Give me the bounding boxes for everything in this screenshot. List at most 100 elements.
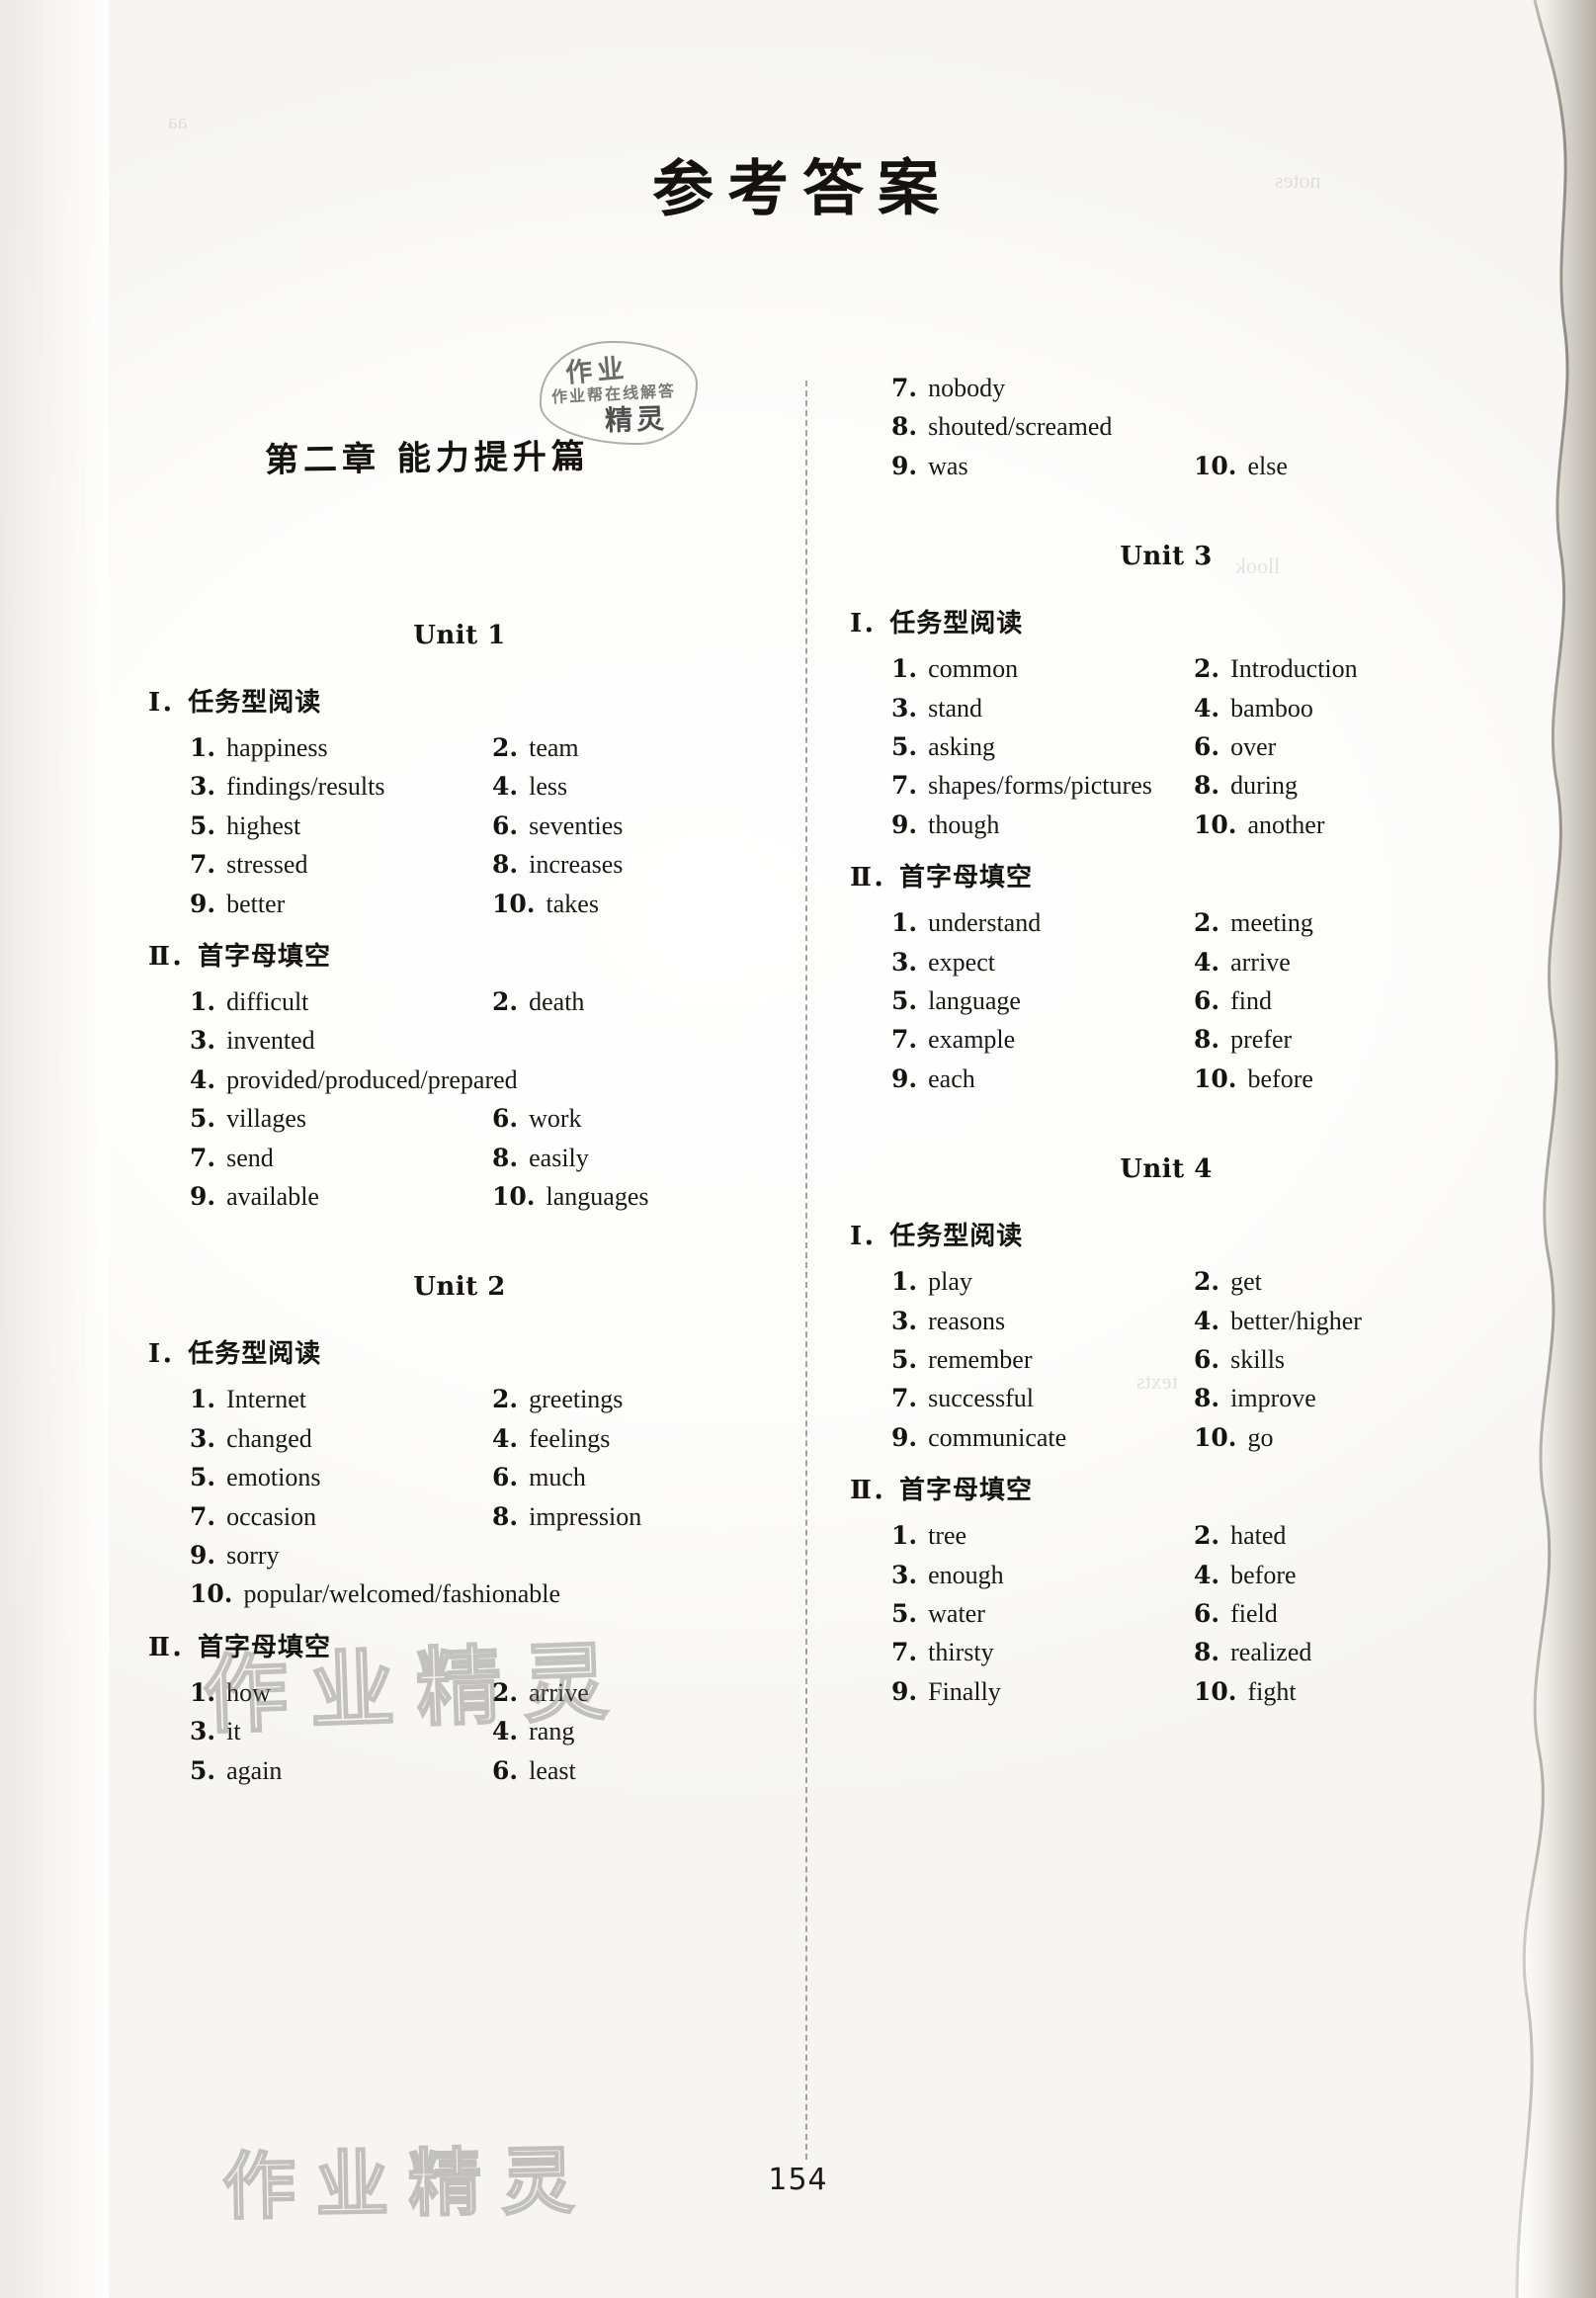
answer-item: 3. changed — [190, 1424, 312, 1454]
answer-number-dot: . — [908, 1064, 918, 1093]
answer-cell-right: 10. languages — [492, 1182, 648, 1212]
answer-number: 8 — [891, 412, 909, 442]
answer-text: villages — [226, 1104, 306, 1134]
answer-number-dot: . — [908, 1676, 918, 1706]
answer-cell-left: 9. was — [891, 452, 968, 481]
answer-item: 9. was — [891, 452, 968, 481]
section-numeral: Ⅱ — [850, 863, 873, 894]
answer-cell-right: 6. field — [1194, 1599, 1278, 1629]
answer-item: 7. thirsty — [891, 1638, 994, 1667]
section-numeral: Ⅱ — [148, 1632, 171, 1662]
answer-number: 9 — [891, 1422, 909, 1452]
answer-item: 1. how — [190, 1678, 271, 1708]
answer-number-dot: . — [908, 986, 918, 1015]
answer-text: arrive — [1230, 947, 1291, 977]
answer-text: remember — [928, 1345, 1033, 1374]
answer-item: 5. villages — [190, 1104, 306, 1134]
answer-cell-right: 2. Introduction — [1194, 654, 1358, 684]
answer-number-dot: . — [908, 1267, 918, 1297]
answer-text: better/higher — [1230, 1306, 1362, 1335]
answer-cell-right: 4. less — [492, 772, 567, 802]
answer-number-dot: . — [207, 1423, 216, 1453]
answer-number-dot: . — [509, 1143, 519, 1172]
section-numeral: Ⅱ — [148, 942, 171, 972]
answer-text: stressed — [226, 850, 308, 880]
answer-number-dot: . — [526, 889, 536, 918]
answer-number-dot: . — [1227, 809, 1237, 839]
answer-number: 8 — [492, 850, 510, 880]
answer-cell-left: 9. Finally — [891, 1677, 1001, 1707]
answer-number-dot: . — [207, 987, 216, 1016]
answer-cell-right: 6. much — [492, 1463, 586, 1492]
answer-text: meeting — [1230, 908, 1313, 938]
answer-number-dot: . — [509, 772, 519, 802]
answer-text: available — [226, 1182, 319, 1211]
answer-number: 5 — [891, 1599, 909, 1628]
answer-number-dot: . — [908, 947, 918, 977]
answer-item: 5. highest — [190, 811, 300, 841]
answer-cell-left: 1. difficult — [190, 987, 308, 1017]
answer-number-dot: . — [908, 374, 918, 402]
answer-number: 8 — [492, 1501, 510, 1531]
answer-cell-left: 7. nobody — [891, 374, 1005, 403]
answer-cell-right: 2. team — [492, 733, 579, 763]
answer-number: 5 — [190, 810, 208, 840]
answer-cell-right: 6. least — [492, 1756, 576, 1786]
answer-item: 3. it — [190, 1717, 241, 1746]
answer-text: fight — [1247, 1676, 1297, 1706]
answer-cell-right: 4. before — [1194, 1561, 1297, 1590]
answer-cell-left: 1. Internet — [190, 1385, 306, 1414]
answer-text: changed — [226, 1423, 312, 1453]
section-numeral: Ⅱ — [850, 1476, 873, 1506]
answer-item: 7. example — [891, 1025, 1015, 1055]
answer-item: 5. water — [891, 1599, 985, 1629]
answer-item: 2. greetings — [492, 1385, 623, 1414]
answer-item: 10. else — [1194, 452, 1288, 481]
answer-number: 3 — [891, 947, 909, 977]
answer-number: 10 — [492, 889, 527, 918]
answer-text: language — [928, 986, 1021, 1015]
answer-text: expect — [928, 947, 995, 977]
answer-text: death — [529, 987, 585, 1016]
answer-text: emotions — [226, 1463, 321, 1492]
answer-text: skills — [1230, 1345, 1286, 1374]
answer-number: 2 — [1194, 654, 1212, 684]
section-heading: Ⅱ．首字母填空 — [148, 942, 331, 972]
answer-number: 9 — [891, 1064, 909, 1093]
answer-item: 3. expect — [891, 948, 995, 978]
answer-number: 7 — [190, 1143, 208, 1172]
answer-cell-left: 7. shapes/forms/pictures — [891, 771, 1152, 801]
answer-number: 6 — [492, 810, 510, 840]
answer-text: tree — [928, 1521, 967, 1551]
answer-cell-left: 3. reasons — [891, 1307, 1005, 1336]
answer-item: 10. another — [1194, 810, 1324, 840]
answer-item: 10. before — [1194, 1064, 1313, 1094]
section-title: 任务型阅读 — [889, 1222, 1024, 1252]
answer-text: highest — [226, 810, 301, 840]
answer-number-dot: . — [908, 451, 918, 480]
answer-number: 2 — [1194, 1267, 1212, 1297]
answer-item: 2. team — [492, 733, 579, 763]
answer-number: 1 — [891, 1521, 909, 1551]
section-title: 任务型阅读 — [188, 688, 322, 718]
section-numeral: Ⅰ — [850, 1222, 864, 1252]
answer-text: feelings — [529, 1423, 611, 1453]
answer-number-dot: . — [509, 850, 519, 880]
answer-item: 7. successful — [891, 1384, 1034, 1413]
answer-number: 3 — [891, 1560, 909, 1589]
answer-text: stand — [928, 693, 983, 723]
answer-number: 6 — [1194, 1345, 1212, 1374]
answer-number-dot: . — [1211, 693, 1220, 723]
answer-cell-left: 3. expect — [891, 948, 995, 978]
page-title: 参考答案 — [651, 151, 954, 225]
answer-number-dot: . — [1211, 1345, 1220, 1374]
answer-number: 10 — [1194, 451, 1228, 480]
answer-cell-left: 5. again — [190, 1756, 282, 1786]
answer-text: another — [1247, 809, 1325, 839]
answer-number: 5 — [190, 1104, 208, 1134]
section-heading: Ⅰ．任务型阅读 — [850, 609, 1024, 639]
answer-number-dot: . — [908, 1599, 918, 1628]
answer-text: seventies — [529, 810, 624, 840]
answer-number: 8 — [1194, 771, 1212, 801]
answer-item: 4. arrive — [1194, 948, 1291, 978]
